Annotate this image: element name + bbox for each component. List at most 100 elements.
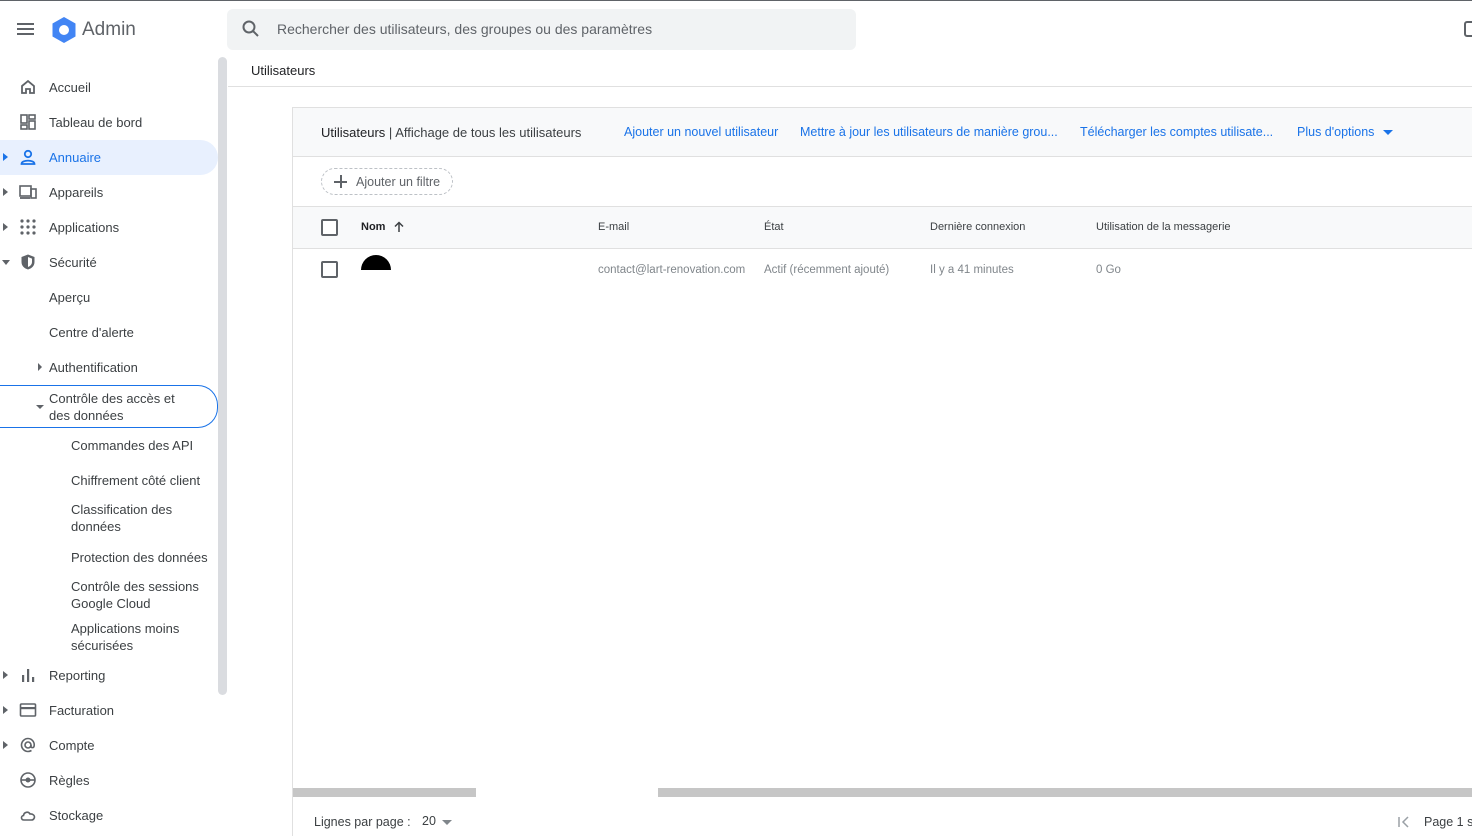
search-bar[interactable]: Rechercher des utilisateurs, des groupes…	[227, 9, 856, 50]
sidebar-item-applications[interactable]: Applications	[0, 210, 218, 245]
support-icon[interactable]	[1464, 21, 1472, 37]
sidebar-item-label: Reporting	[49, 668, 106, 683]
search-input[interactable]: Rechercher des utilisateurs, des groupes…	[277, 21, 652, 37]
cloud-icon	[20, 811, 36, 821]
sidebar-item-label: Facturation	[49, 703, 115, 718]
page-indicator: Page 1 s	[1424, 815, 1472, 829]
rules-icon	[20, 772, 36, 788]
sidebar-item-label: Compte	[49, 738, 95, 753]
sidebar-subitem-controle-acces[interactable]: Contrôle des accès et des données	[0, 385, 218, 428]
bulk-update-users-button[interactable]: Mettre à jour les utilisateurs de manièr…	[800, 125, 1058, 139]
breadcrumb[interactable]: Utilisateurs	[251, 63, 315, 78]
home-icon	[21, 79, 35, 94]
sidebar-item-annuaire[interactable]: Annuaire	[0, 140, 218, 175]
avatar[interactable]	[361, 255, 391, 270]
sidebar-item-label: Applications	[49, 220, 120, 235]
admin-logo-icon	[52, 17, 76, 43]
column-header-utilisation-messagerie[interactable]: Utilisation de la messagerie	[1096, 221, 1231, 233]
column-header-etat[interactable]: État	[764, 221, 784, 233]
chevron-right-icon[interactable]	[3, 706, 8, 714]
sidebar: Accueil Tableau de bord Annuaire Apparei…	[0, 70, 218, 836]
cell-mail-usage: 0 Go	[1096, 264, 1121, 276]
chevron-right-icon[interactable]	[3, 741, 8, 749]
sidebar-item-compte[interactable]: Compte	[0, 728, 218, 763]
search-icon[interactable]	[241, 19, 261, 39]
sidebar-item-accueil[interactable]: Accueil	[0, 70, 218, 105]
sidebar-item-label: Appareils	[49, 185, 104, 200]
card-title-main: Utilisateurs	[321, 125, 386, 140]
plus-icon	[334, 175, 347, 188]
cell-last-login: Il y a 41 minutes	[930, 264, 1014, 276]
column-header-nom[interactable]: Nom	[361, 221, 385, 233]
chevron-down-icon[interactable]	[442, 820, 452, 825]
sidebar-subsub-chiffrement[interactable]: Chiffrement côté client	[71, 472, 211, 489]
sidebar-item-tableau-de-bord[interactable]: Tableau de bord	[0, 105, 218, 140]
sidebar-item-regles[interactable]: Règles	[0, 763, 218, 798]
main-menu-icon[interactable]	[14, 17, 38, 41]
sidebar-item-stockage[interactable]: Stockage	[0, 798, 218, 833]
credit-card-icon	[19, 703, 37, 717]
cell-status: Actif (récemment ajouté)	[764, 264, 890, 276]
table-header: Nom E-mail État Dernière connexion Utili…	[293, 206, 1472, 249]
dashboard-icon	[20, 114, 36, 130]
chevron-right-icon[interactable]	[3, 223, 8, 231]
select-all-checkbox[interactable]	[321, 219, 338, 236]
sidebar-subitem-authentification[interactable]: Authentification	[0, 359, 218, 376]
sort-ascending-icon[interactable]	[393, 221, 405, 233]
header-divider	[228, 86, 1472, 87]
shield-icon	[21, 254, 35, 270]
chevron-right-icon[interactable]	[3, 671, 8, 679]
sidebar-subitem-label: Aperçu	[49, 290, 91, 305]
sidebar-item-label: Tableau de bord	[49, 115, 143, 130]
apps-grid-icon	[20, 219, 36, 235]
sidebar-subitem-label: Centre d'alerte	[49, 325, 134, 340]
sidebar-item-facturation[interactable]: Facturation	[0, 693, 218, 728]
sidebar-item-appareils[interactable]: Appareils	[0, 175, 218, 210]
row-checkbox[interactable]	[321, 261, 338, 278]
card-header: Utilisateurs | Affichage de tous les uti…	[293, 108, 1472, 157]
sidebar-subitem-centre-alerte[interactable]: Centre d'alerte	[0, 324, 218, 341]
chevron-right-icon[interactable]	[3, 153, 8, 161]
chevron-down-icon[interactable]	[36, 405, 44, 409]
sidebar-subitem-label: Contrôle des accès et des données	[49, 391, 175, 423]
person-icon	[20, 149, 36, 165]
add-filter-label: Ajouter un filtre	[356, 175, 441, 189]
sidebar-subsub-applications-moins-securisees[interactable]: Applications moins sécurisées	[71, 620, 186, 654]
bar-chart-icon	[22, 669, 35, 682]
column-header-email[interactable]: E-mail	[598, 221, 629, 233]
add-filter-button[interactable]: Ajouter un filtre	[321, 168, 453, 195]
chevron-down-icon[interactable]	[2, 260, 10, 265]
sidebar-subitem-label: Authentification	[49, 360, 138, 375]
sidebar-item-label: Accueil	[49, 80, 91, 95]
sidebar-item-reporting[interactable]: Reporting	[0, 658, 218, 693]
sidebar-item-label: Sécurité	[49, 255, 97, 270]
card-title-sub: | Affichage de tous les utilisateurs	[388, 125, 582, 140]
download-users-button[interactable]: Télécharger les comptes utilisate...	[1080, 125, 1273, 139]
chevron-right-icon[interactable]	[38, 363, 42, 371]
top-bar: Admin Rechercher des utilisateurs, des g…	[0, 1, 1472, 57]
devices-icon	[19, 185, 37, 199]
sidebar-item-label: Annuaire	[49, 150, 102, 165]
sidebar-item-label: Stockage	[49, 808, 104, 823]
horizontal-scrollbar[interactable]	[293, 788, 476, 797]
sidebar-subsub-classification[interactable]: Classification des données	[71, 501, 191, 535]
sidebar-item-label: Règles	[49, 773, 90, 788]
sidebar-subsub-protection[interactable]: Protection des données	[71, 549, 211, 566]
first-page-icon[interactable]	[1397, 815, 1411, 829]
sidebar-subsub-controle-sessions[interactable]: Contrôle des sessions Google Cloud	[71, 578, 201, 612]
more-options-button[interactable]: Plus d'options	[1297, 125, 1374, 139]
users-card: Utilisateurs | Affichage de tous les uti…	[292, 107, 1472, 836]
horizontal-scrollbar-thumb[interactable]	[658, 788, 1472, 797]
sidebar-subitem-apercu[interactable]: Aperçu	[0, 289, 218, 306]
table-row[interactable]: contact@lart-renovation.com Actif (récem…	[293, 249, 1472, 293]
rows-per-page-select[interactable]: 20	[422, 814, 436, 828]
sidebar-scrollbar[interactable]	[218, 57, 227, 695]
chevron-right-icon[interactable]	[3, 188, 8, 196]
column-header-derniere-connexion[interactable]: Dernière connexion	[930, 221, 1025, 233]
chevron-down-icon[interactable]	[1383, 130, 1393, 135]
add-user-button[interactable]: Ajouter un nouvel utilisateur	[624, 125, 778, 139]
cell-email: contact@lart-renovation.com	[598, 264, 746, 276]
sidebar-subsub-commandes-api[interactable]: Commandes des API	[71, 437, 211, 454]
card-title: Utilisateurs | Affichage de tous les uti…	[321, 125, 581, 140]
sidebar-item-securite[interactable]: Sécurité	[0, 245, 218, 280]
